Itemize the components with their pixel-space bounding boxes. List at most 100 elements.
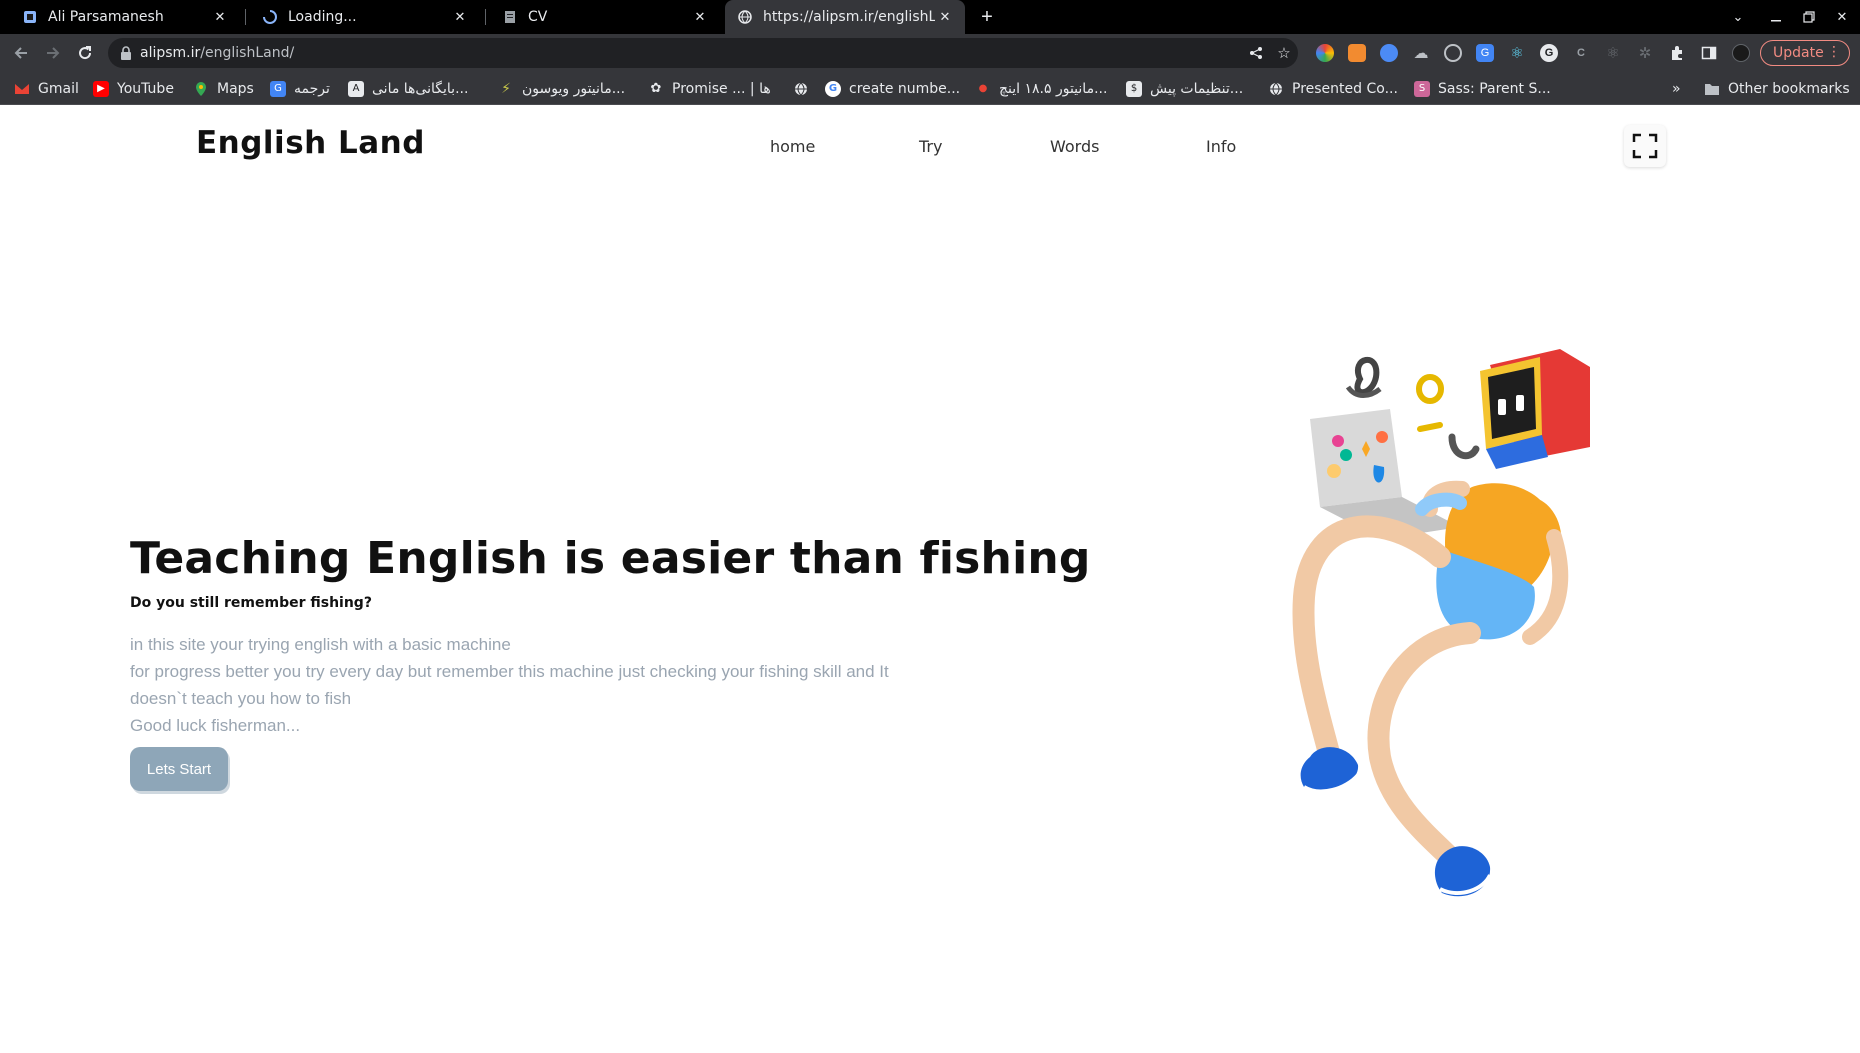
more-options-icon[interactable]: ⋮ bbox=[1827, 44, 1841, 60]
back-icon[interactable] bbox=[8, 40, 34, 66]
url-text: alipsm.ir/englishLand/ bbox=[140, 45, 295, 61]
site-logo[interactable]: English Land bbox=[196, 125, 425, 161]
lock-icon[interactable] bbox=[120, 46, 132, 60]
globe-icon bbox=[1268, 81, 1284, 97]
tab-title: Ali Parsamanesh bbox=[48, 9, 164, 25]
tab-close-icon[interactable]: ✕ bbox=[210, 10, 230, 25]
extension-blue-circle-icon[interactable] bbox=[1380, 44, 1398, 62]
new-tab-button[interactable]: + bbox=[975, 0, 999, 34]
hero-line: for progress better you try every day bu… bbox=[130, 662, 889, 681]
tab-close-icon[interactable]: ✕ bbox=[450, 10, 470, 25]
bookmark-label: create numbe... bbox=[849, 80, 961, 97]
tab-title: CV bbox=[528, 9, 548, 25]
share-icon[interactable] bbox=[1248, 45, 1264, 61]
bookmark-label: مانیتور ۱۸.۵ اینچ... bbox=[999, 80, 1108, 97]
bookmark-monitor-18[interactable]: ● مانیتور ۱۸.۵ اینچ... bbox=[975, 72, 1108, 105]
translate-extension-icon[interactable]: G bbox=[1476, 44, 1494, 62]
bookmark-label: ترجمه bbox=[294, 80, 330, 97]
bookmarks-overflow-icon[interactable]: » bbox=[1672, 72, 1681, 105]
color-picker-extension-icon[interactable] bbox=[1316, 44, 1334, 62]
tab-title: https://alipsm.ir/englishL bbox=[763, 9, 935, 25]
extension-ci-icon[interactable]: C bbox=[1572, 44, 1590, 62]
extension-target-icon[interactable] bbox=[1444, 44, 1462, 62]
update-button[interactable]: Update ⋮ bbox=[1760, 40, 1850, 66]
globe-icon bbox=[737, 9, 753, 25]
side-panel-icon[interactable] bbox=[1700, 44, 1718, 62]
youtube-icon: ▶ bbox=[93, 80, 109, 97]
restore-icon[interactable] bbox=[1793, 0, 1825, 34]
bookmark-create-number[interactable]: G create numbe... bbox=[825, 72, 960, 105]
nav-home[interactable]: home bbox=[770, 137, 815, 156]
hero-line: Good luck fisherman... bbox=[130, 716, 301, 735]
fullscreen-icon bbox=[1632, 133, 1658, 159]
bookmark-label: YouTube bbox=[117, 80, 174, 97]
folder-icon bbox=[1704, 81, 1720, 97]
tab-loading[interactable]: Loading... ✕ bbox=[240, 0, 480, 34]
extension-react-gray-icon[interactable]: ⚛ bbox=[1604, 44, 1622, 62]
bookmark-label: تنظیمات پیش... bbox=[1150, 80, 1244, 97]
lets-start-button[interactable]: Lets Start bbox=[130, 747, 228, 791]
bookmark-presented[interactable]: Presented Co... bbox=[1268, 72, 1398, 105]
minimize-icon[interactable] bbox=[1760, 0, 1792, 34]
nav-info[interactable]: Info bbox=[1206, 137, 1236, 156]
extension-cloud-icon[interactable]: ☁ bbox=[1412, 44, 1430, 62]
translate-icon: G bbox=[270, 80, 286, 97]
close-window-icon[interactable]: ✕ bbox=[1826, 0, 1858, 34]
tab-title: Loading... bbox=[288, 9, 357, 25]
tab-close-icon[interactable]: ✕ bbox=[690, 10, 710, 25]
tab-cv[interactable]: CV ✕ bbox=[480, 0, 720, 34]
forward-icon[interactable] bbox=[40, 40, 66, 66]
extension-orange-icon[interactable] bbox=[1348, 44, 1366, 62]
bookmark-star-icon[interactable]: ☆ bbox=[1276, 45, 1292, 62]
loading-spinner-icon bbox=[262, 9, 278, 25]
bookmark-globe[interactable] bbox=[793, 72, 817, 105]
bookmark-maps[interactable]: Maps bbox=[193, 72, 254, 105]
address-bar[interactable]: alipsm.ir/englishLand/ ☆ bbox=[108, 38, 1298, 68]
bookmark-label: بایگانی‌ها مانی... bbox=[372, 80, 469, 97]
archive-icon: A bbox=[348, 80, 364, 97]
hero-title: Teaching English is easier than fishing bbox=[130, 533, 1091, 584]
bookmarks-bar: Gmail ▶ YouTube Maps G ترجمه A بایگانی‌ه… bbox=[0, 72, 1860, 105]
hero-line: doesn`t teach you how to fish bbox=[130, 689, 352, 708]
fullscreen-button[interactable] bbox=[1624, 125, 1666, 167]
bookmark-other[interactable]: Other bookmarks bbox=[1704, 72, 1850, 105]
hero-line: in this site your trying english with a … bbox=[130, 635, 511, 654]
extension-gear-gray-icon[interactable]: ✲ bbox=[1636, 44, 1654, 62]
nav-words[interactable]: Words bbox=[1050, 137, 1099, 156]
tab-ali-parsamanesh[interactable]: Ali Parsamanesh ✕ bbox=[0, 0, 240, 34]
globe-icon bbox=[793, 81, 809, 97]
tab-strip: Ali Parsamanesh ✕ Loading... ✕ CV ✕ http… bbox=[0, 0, 1860, 34]
hero-subtitle: Do you still remember fishing? bbox=[130, 595, 372, 611]
tab-english-land[interactable]: https://alipsm.ir/englishL ✕ bbox=[725, 0, 965, 34]
monitor-icon: ⚡ bbox=[501, 80, 511, 97]
tab-search-icon[interactable]: ⌄ bbox=[1722, 0, 1754, 34]
gmail-icon bbox=[14, 81, 30, 97]
browser-toolbar: alipsm.ir/englishLand/ ☆ ☁ G ⚛ G C ⚛ ✲ U… bbox=[0, 34, 1860, 72]
bookmark-archive[interactable]: A بایگانی‌ها مانی... bbox=[348, 72, 468, 105]
nav-try[interactable]: Try bbox=[919, 137, 942, 156]
page-favicon-icon bbox=[22, 9, 38, 25]
bookmark-settings[interactable]: $ تنظیمات پیش... bbox=[1126, 72, 1243, 105]
bookmark-monitor-viewsonic[interactable]: ⚡ مانیتور ویوسون... bbox=[498, 72, 625, 105]
bookmark-youtube[interactable]: ▶ YouTube bbox=[93, 72, 174, 105]
bookmark-label: Sass: Parent S... bbox=[1438, 80, 1551, 97]
profile-avatar-icon[interactable] bbox=[1732, 44, 1750, 62]
reload-icon[interactable] bbox=[72, 40, 98, 66]
bookmark-label: Presented Co... bbox=[1292, 80, 1398, 97]
bookmark-translate[interactable]: G ترجمه bbox=[270, 72, 330, 105]
hero-description: in this site your trying english with a … bbox=[130, 631, 950, 739]
bookmark-label: مانیتور ویوسون... bbox=[522, 80, 626, 97]
bookmark-label: Other bookmarks bbox=[1728, 80, 1850, 97]
bookmark-sass[interactable]: S Sass: Parent S... bbox=[1414, 72, 1551, 105]
bookmark-promise[interactable]: ✿ Promise ... | ها bbox=[648, 72, 771, 105]
extensions-puzzle-icon[interactable] bbox=[1668, 44, 1686, 62]
tab-close-icon[interactable]: ✕ bbox=[935, 10, 955, 25]
bookmark-gmail[interactable]: Gmail bbox=[14, 72, 79, 105]
maps-icon bbox=[193, 81, 209, 97]
sass-icon: S bbox=[1414, 80, 1430, 97]
google-icon: G bbox=[825, 80, 841, 97]
react-devtools-icon[interactable]: ⚛ bbox=[1508, 44, 1526, 62]
bookmark-label: Maps bbox=[217, 80, 254, 97]
grammarly-icon[interactable]: G bbox=[1540, 44, 1558, 62]
promise-icon: ✿ bbox=[650, 81, 662, 96]
